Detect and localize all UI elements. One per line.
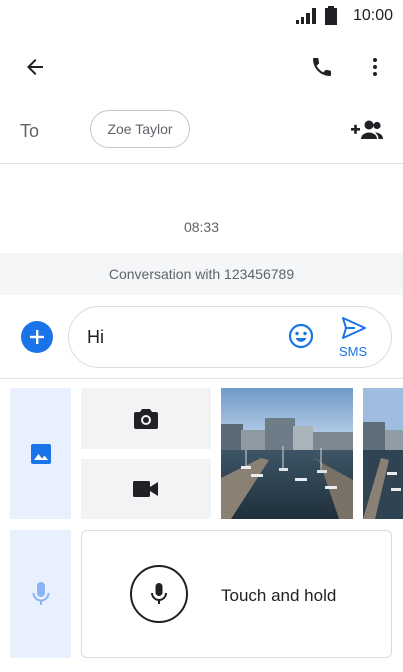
mic-icon [32, 582, 49, 605]
signal-icon [296, 8, 316, 24]
arrow-back-icon [27, 59, 43, 75]
emoji-icon [288, 323, 314, 349]
recipient-divider [0, 163, 403, 164]
status-bar: 10:00 [0, 0, 403, 34]
marina-photo [221, 388, 353, 519]
marina-photo [363, 388, 403, 519]
plus-icon [30, 330, 44, 344]
camera-icon [134, 408, 158, 429]
recipient-chip[interactable]: Zoe Taylor [90, 110, 190, 148]
emoji-button[interactable] [287, 322, 315, 350]
send-icon [342, 317, 366, 339]
more-vert-icon [373, 58, 377, 76]
add-person-icon [351, 120, 383, 139]
touch-and-hold-label: Touch and hold [221, 586, 337, 605]
video-button[interactable] [81, 459, 211, 519]
conversation-banner-text: Conversation with 123456789 [108, 266, 295, 282]
phone-icon [313, 58, 331, 76]
message-timestamp: 08:33 [183, 219, 220, 235]
message-input-text[interactable]: Hi [87, 327, 104, 348]
videocam-icon [133, 481, 158, 497]
call-button[interactable] [305, 50, 339, 84]
record-button[interactable] [130, 565, 188, 623]
add-attachment-button[interactable] [21, 321, 53, 353]
gallery-photo-1[interactable] [221, 388, 353, 519]
conversation-banner: Conversation with 123456789 [0, 253, 403, 295]
send-label: SMS [339, 344, 368, 359]
mic-icon [151, 583, 167, 604]
gallery-tab[interactable] [10, 388, 71, 519]
image-icon [30, 443, 51, 464]
voice-tab[interactable] [10, 530, 71, 658]
to-label: To [20, 121, 40, 141]
gallery-photo-2[interactable] [363, 388, 403, 519]
add-recipient-button[interactable] [349, 114, 385, 146]
camera-button[interactable] [81, 388, 211, 449]
status-time: 10:00 [352, 7, 393, 24]
back-button[interactable] [18, 50, 52, 84]
composer-divider [0, 378, 403, 379]
battery-icon [325, 6, 337, 25]
more-options-button[interactable] [358, 50, 392, 84]
recipient-chip-label: Zoe Taylor [107, 121, 173, 137]
